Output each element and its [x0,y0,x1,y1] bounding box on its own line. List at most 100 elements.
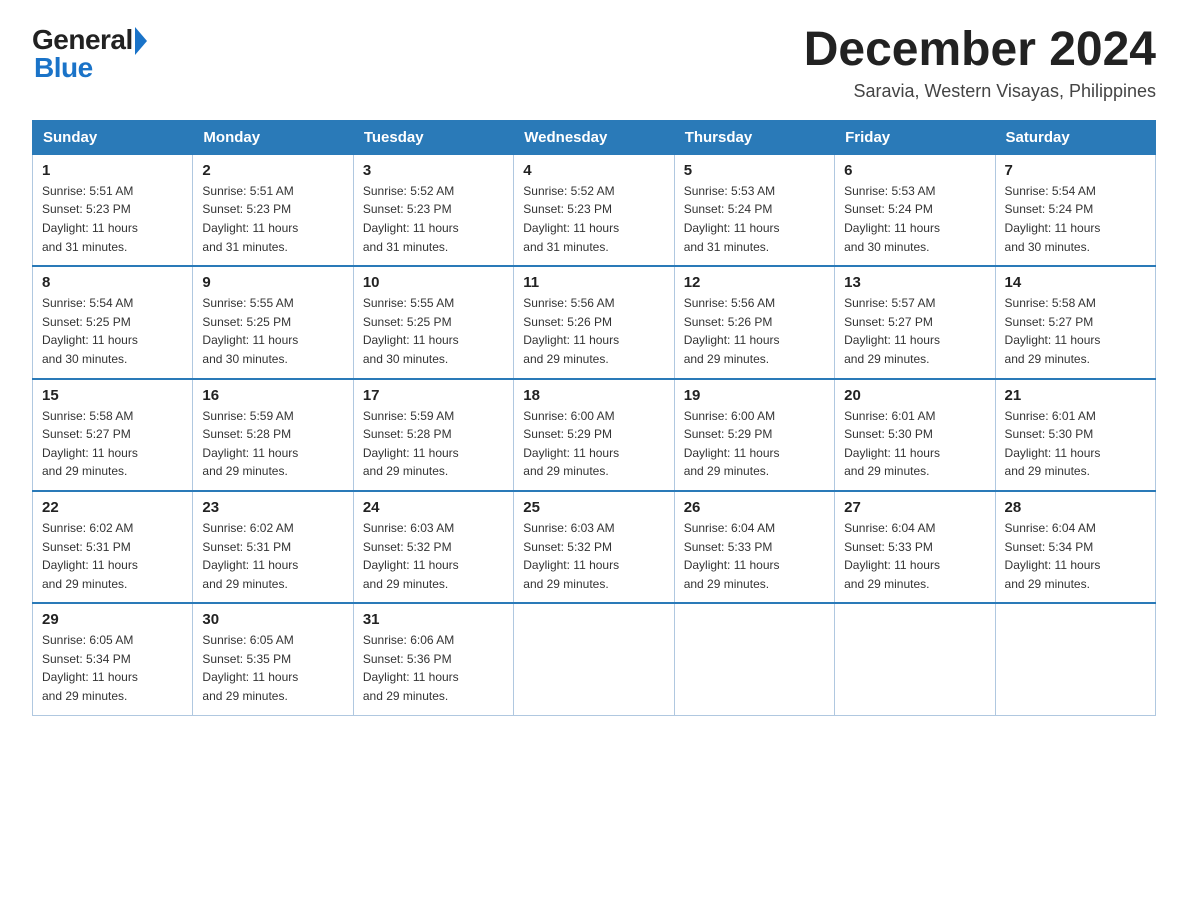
table-row [835,603,995,715]
day-number: 29 [42,611,183,628]
table-row: 3Sunrise: 5:52 AMSunset: 5:23 PMDaylight… [353,154,513,266]
day-number: 23 [202,499,343,516]
day-number: 6 [844,162,985,179]
day-info: Sunrise: 5:51 AMSunset: 5:23 PMDaylight:… [42,182,183,256]
day-number: 17 [363,387,504,404]
day-number: 21 [1005,387,1146,404]
day-number: 11 [523,274,664,291]
day-number: 12 [684,274,825,291]
day-info: Sunrise: 6:03 AMSunset: 5:32 PMDaylight:… [363,519,504,593]
table-row: 10Sunrise: 5:55 AMSunset: 5:25 PMDayligh… [353,266,513,378]
table-row: 23 Sunrise: 6:02 AMSunset: 5:31 PMDayligh… [193,491,353,603]
table-row: 27 Sunrise: 6:04 AMSunset: 5:33 PMDayligh… [835,491,995,603]
day-info: Sunrise: 6:03 AMSunset: 5:32 PMDaylight:… [523,519,664,593]
day-number: 18 [523,387,664,404]
day-info: Sunrise: 6:02 AMSunset: 5:31 PMDaylight:… [42,519,183,593]
day-info: Sunrise: 6:05 AMSunset: 5:34 PMDaylight:… [42,631,183,705]
header: General Blue December 2024 Saravia, West… [32,24,1156,102]
day-info: Sunrise: 5:56 AMSunset: 5:26 PMDaylight:… [684,294,825,368]
day-info: Sunrise: 6:06 AMSunset: 5:36 PMDaylight:… [363,631,504,705]
day-number: 10 [363,274,504,291]
table-row: 5 Sunrise: 5:53 AMSunset: 5:24 PMDaylight… [674,154,834,266]
day-number: 4 [523,162,664,179]
header-sunday: Sunday [33,120,193,154]
header-monday: Monday [193,120,353,154]
day-number: 1 [42,162,183,179]
day-info: Sunrise: 6:04 AMSunset: 5:33 PMDaylight:… [684,519,825,593]
day-number: 28 [1005,499,1146,516]
table-row: 31 Sunrise: 6:06 AMSunset: 5:36 PMDayligh… [353,603,513,715]
logo-blue-text: Blue [34,52,93,84]
calendar-week-row: 29 Sunrise: 6:05 AMSunset: 5:34 PMDayligh… [33,603,1156,715]
table-row: 21 Sunrise: 6:01 AMSunset: 5:30 PMDayligh… [995,379,1155,491]
day-number: 20 [844,387,985,404]
day-number: 30 [202,611,343,628]
table-row: 22 Sunrise: 6:02 AMSunset: 5:31 PMDayligh… [33,491,193,603]
day-number: 2 [202,162,343,179]
location-subtitle: Saravia, Western Visayas, Philippines [804,81,1156,102]
header-thursday: Thursday [674,120,834,154]
day-number: 16 [202,387,343,404]
day-info: Sunrise: 6:01 AMSunset: 5:30 PMDaylight:… [1005,407,1146,481]
day-number: 8 [42,274,183,291]
day-info: Sunrise: 5:52 AMSunset: 5:23 PMDaylight:… [523,182,664,256]
logo-triangle-icon [133,25,147,55]
day-number: 22 [42,499,183,516]
table-row: 9Sunrise: 5:55 AMSunset: 5:25 PMDaylight… [193,266,353,378]
table-row: 26 Sunrise: 6:04 AMSunset: 5:33 PMDayligh… [674,491,834,603]
table-row: 20Sunrise: 6:01 AMSunset: 5:30 PMDayligh… [835,379,995,491]
day-info: Sunrise: 5:58 AMSunset: 5:27 PMDaylight:… [1005,294,1146,368]
table-row: 30Sunrise: 6:05 AMSunset: 5:35 PMDayligh… [193,603,353,715]
header-wednesday: Wednesday [514,120,674,154]
day-info: Sunrise: 6:00 AMSunset: 5:29 PMDaylight:… [684,407,825,481]
day-number: 19 [684,387,825,404]
day-number: 9 [202,274,343,291]
day-number: 14 [1005,274,1146,291]
table-row: 25 Sunrise: 6:03 AMSunset: 5:32 PMDayligh… [514,491,674,603]
table-row: 15Sunrise: 5:58 AMSunset: 5:27 PMDayligh… [33,379,193,491]
table-row: 6 Sunrise: 5:53 AMSunset: 5:24 PMDaylight… [835,154,995,266]
day-number: 25 [523,499,664,516]
calendar-week-row: 15Sunrise: 5:58 AMSunset: 5:27 PMDayligh… [33,379,1156,491]
table-row: 19 Sunrise: 6:00 AMSunset: 5:29 PMDayligh… [674,379,834,491]
table-row: 8 Sunrise: 5:54 AMSunset: 5:25 PMDaylight… [33,266,193,378]
table-row: 12 Sunrise: 5:56 AMSunset: 5:26 PMDayligh… [674,266,834,378]
day-info: Sunrise: 5:59 AMSunset: 5:28 PMDaylight:… [202,407,343,481]
table-row: 28 Sunrise: 6:04 AMSunset: 5:34 PMDayligh… [995,491,1155,603]
table-row: 24Sunrise: 6:03 AMSunset: 5:32 PMDayligh… [353,491,513,603]
header-tuesday: Tuesday [353,120,513,154]
day-info: Sunrise: 5:54 AMSunset: 5:24 PMDaylight:… [1005,182,1146,256]
weekday-header-row: Sunday Monday Tuesday Wednesday Thursday… [33,120,1156,154]
header-friday: Friday [835,120,995,154]
header-saturday: Saturday [995,120,1155,154]
table-row: 11 Sunrise: 5:56 AMSunset: 5:26 PMDayligh… [514,266,674,378]
table-row: 4 Sunrise: 5:52 AMSunset: 5:23 PMDaylight… [514,154,674,266]
day-info: Sunrise: 5:53 AMSunset: 5:24 PMDaylight:… [844,182,985,256]
calendar-week-row: 22 Sunrise: 6:02 AMSunset: 5:31 PMDayligh… [33,491,1156,603]
calendar-week-row: 1 Sunrise: 5:51 AMSunset: 5:23 PMDaylight… [33,154,1156,266]
day-info: Sunrise: 5:57 AMSunset: 5:27 PMDaylight:… [844,294,985,368]
day-info: Sunrise: 5:53 AMSunset: 5:24 PMDaylight:… [684,182,825,256]
table-row: 18Sunrise: 6:00 AMSunset: 5:29 PMDayligh… [514,379,674,491]
table-row: 17Sunrise: 5:59 AMSunset: 5:28 PMDayligh… [353,379,513,491]
day-info: Sunrise: 6:04 AMSunset: 5:33 PMDaylight:… [844,519,985,593]
day-number: 5 [684,162,825,179]
calendar-table: Sunday Monday Tuesday Wednesday Thursday… [32,120,1156,716]
day-number: 27 [844,499,985,516]
day-info: Sunrise: 5:58 AMSunset: 5:27 PMDaylight:… [42,407,183,481]
title-area: December 2024 Saravia, Western Visayas, … [804,24,1156,102]
day-info: Sunrise: 6:04 AMSunset: 5:34 PMDaylight:… [1005,519,1146,593]
table-row [995,603,1155,715]
table-row: 1 Sunrise: 5:51 AMSunset: 5:23 PMDaylight… [33,154,193,266]
day-info: Sunrise: 6:02 AMSunset: 5:31 PMDaylight:… [202,519,343,593]
day-info: Sunrise: 5:52 AMSunset: 5:23 PMDaylight:… [363,182,504,256]
table-row: 2Sunrise: 5:51 AMSunset: 5:23 PMDaylight… [193,154,353,266]
table-row: 14 Sunrise: 5:58 AMSunset: 5:27 PMDayligh… [995,266,1155,378]
day-number: 26 [684,499,825,516]
table-row [674,603,834,715]
table-row [514,603,674,715]
day-info: Sunrise: 5:56 AMSunset: 5:26 PMDaylight:… [523,294,664,368]
table-row: 16 Sunrise: 5:59 AMSunset: 5:28 PMDayligh… [193,379,353,491]
day-info: Sunrise: 5:54 AMSunset: 5:25 PMDaylight:… [42,294,183,368]
day-number: 31 [363,611,504,628]
